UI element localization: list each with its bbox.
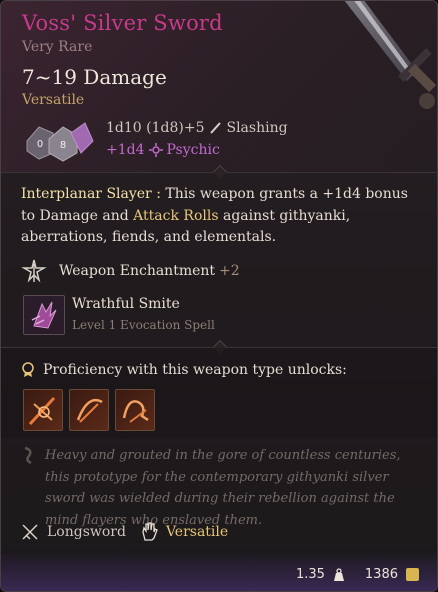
wrathful-smite-spell-icon[interactable] [23,295,65,335]
item-stats: 1.35 1386 [296,567,419,582]
weapon-property: Versatile [22,92,85,108]
weapon-actions [23,389,155,431]
weapon-enchantment-row: Weapon Enchantment +2 [21,258,240,284]
damage-range: 7~19 Damage [22,65,167,89]
hand-icon [142,522,158,541]
weight-icon [333,567,344,581]
item-tooltip: Voss' Silver Sword Very Rare 7~19 Damage… [0,0,438,592]
weapon-type: Longsword [47,524,126,540]
enchantment-value: +2 [219,263,240,279]
gold-value: 1386 [364,567,398,582]
weight-value: 1.35 [295,567,325,582]
handedness: Versatile [165,524,229,540]
damage-formula-row: 1d10 (1d8)+5 Slashing [106,120,288,136]
property-weapon-type[interactable]: Longsword [21,523,126,541]
proficiency-header: Proficiency with this weapon type unlock… [21,362,347,378]
item-name: Voss' Silver Sword [22,11,223,35]
proficiency-icon [22,362,34,377]
psychic-icon [148,143,163,157]
weapon-action-1-icon[interactable] [23,389,63,431]
weapon-properties: Longsword Versatile [21,522,228,542]
passive-name: Interplanar Slayer : [21,186,161,202]
lore-quill-icon [24,446,32,464]
attack-rolls-link[interactable]: Attack Rolls [133,208,218,224]
die-value-2: 8 [60,140,66,151]
enchantment-icon [21,259,47,283]
slashing-icon [210,122,222,134]
die-value-1: 0 [37,139,43,150]
damage-dice-icon: 0 8 [26,122,94,162]
item-rarity: Very Rare [22,39,93,55]
bonus-dice: +1d4 [106,142,145,158]
property-handedness[interactable]: Versatile [140,522,228,542]
damage-type: Slashing [226,120,288,136]
spell-name: Wrathful Smite [72,296,180,312]
bonus-damage-row: +1d4 Psychic [106,142,220,158]
damage-formula: 1d10 (1d8)+5 [106,120,205,136]
spell-level: Level 1 Evocation Spell [72,318,215,332]
lore-text: Heavy and grouted in the gore of countle… [45,448,401,528]
weapon-action-3-icon[interactable] [115,389,155,431]
weapon-action-2-icon[interactable] [69,389,109,431]
passive-description: Interplanar Slayer : This weapon grants … [21,184,421,249]
enchantment-label: Weapon Enchantment [59,263,216,279]
bonus-damage-type: Psychic [166,142,220,158]
sword-image-icon [344,1,437,109]
gold-icon [406,568,419,581]
crossed-swords-icon [22,524,38,540]
proficiency-label: Proficiency with this weapon type unlock… [43,362,347,378]
